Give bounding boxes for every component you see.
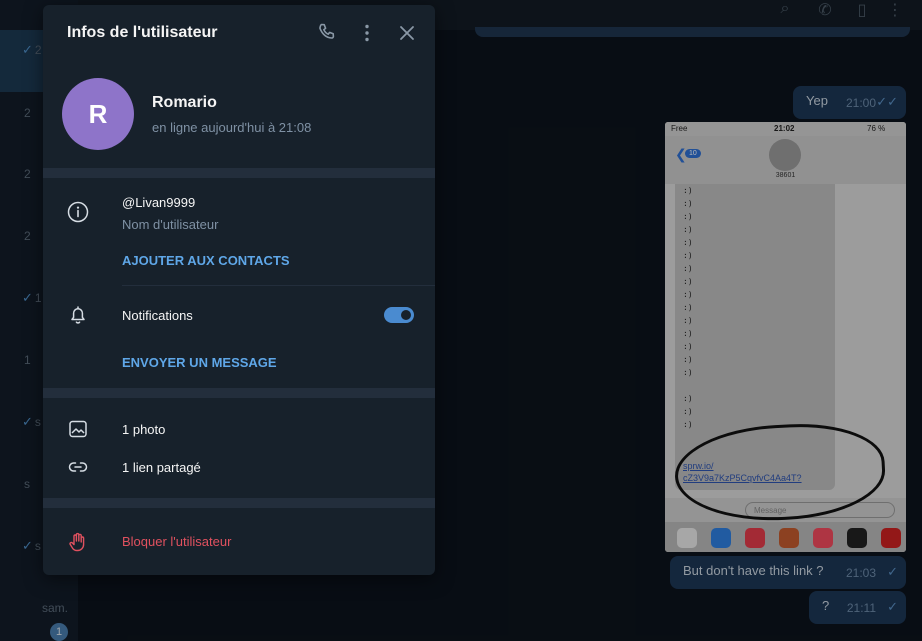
bell-icon <box>67 304 89 326</box>
section-divider <box>43 168 435 178</box>
photo-icon <box>67 418 89 440</box>
notifications-label: Notifications <box>122 308 193 323</box>
row-divider <box>122 285 435 286</box>
info-icon <box>67 201 89 223</box>
send-message-button[interactable]: ENVOYER UN MESSAGE <box>122 355 277 370</box>
block-user-button[interactable]: Bloquer l'utilisateur <box>122 534 231 549</box>
shared-photos[interactable]: 1 photo <box>122 422 165 437</box>
section-divider <box>43 388 435 398</box>
call-icon[interactable] <box>315 21 339 45</box>
user-status: en ligne aujourd'hui à 21:08 <box>152 120 312 135</box>
username-value[interactable]: @Livan9999 <box>122 195 195 210</box>
more-vertical-icon[interactable] <box>355 21 379 45</box>
notifications-toggle[interactable] <box>384 307 414 323</box>
avatar[interactable]: R <box>62 78 134 150</box>
user-info-panel: Infos de l'utilisateur R Romario en lign… <box>43 5 435 575</box>
toggle-knob <box>399 308 413 322</box>
user-name: Romario <box>152 94 217 111</box>
link-icon <box>67 456 89 478</box>
close-icon[interactable] <box>395 21 419 45</box>
hand-stop-icon <box>67 531 89 553</box>
username-caption: Nom d'utilisateur <box>122 217 219 232</box>
add-to-contacts-button[interactable]: AJOUTER AUX CONTACTS <box>122 253 290 268</box>
section-divider <box>43 498 435 508</box>
shared-links[interactable]: 1 lien partagé <box>122 460 201 475</box>
panel-title: Infos de l'utilisateur <box>67 24 218 41</box>
